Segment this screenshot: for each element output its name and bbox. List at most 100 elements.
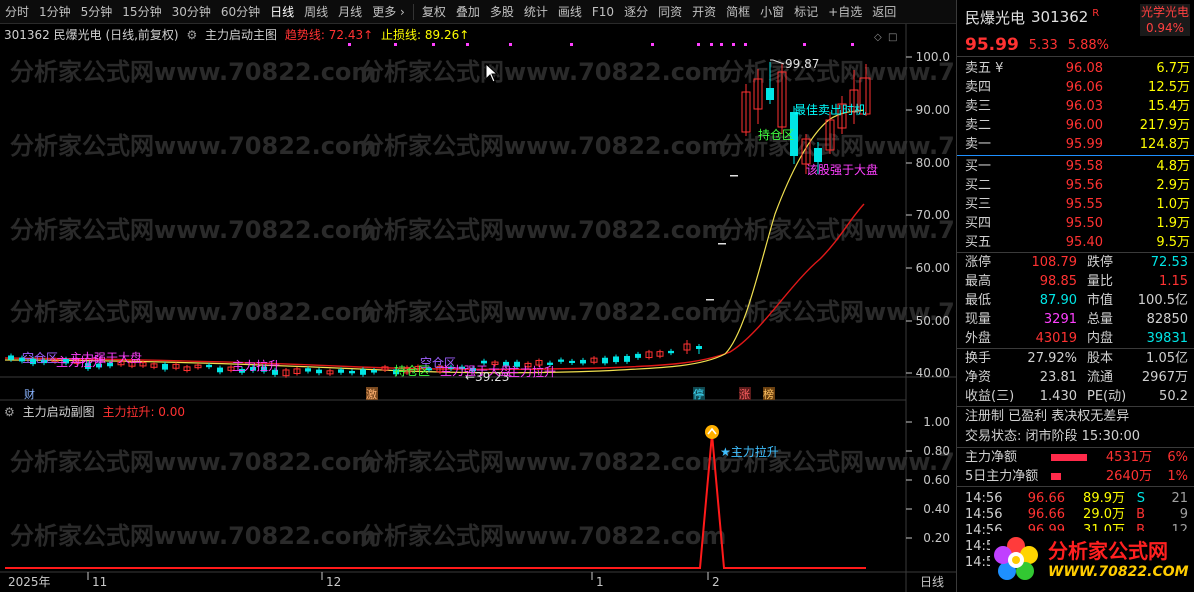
tool-minute-button[interactable]: 逐分: [619, 0, 653, 24]
ask-price: 95.99: [1065, 137, 1103, 152]
stat-value: 50.2: [1159, 389, 1188, 404]
period-tab-fenshi[interactable]: 分时: [0, 0, 34, 24]
last-price: 95.99: [965, 35, 1019, 55]
fund-flow-row[interactable]: 5日主力净额 2640万 1%: [957, 467, 1194, 486]
period-more-button[interactable]: 更多 ›: [367, 0, 410, 24]
tool-multi-stock-button[interactable]: 多股: [485, 0, 519, 24]
candle: [349, 370, 355, 374]
ask-price: 96.00: [1065, 118, 1103, 133]
subchart-tick: 0.20: [923, 531, 950, 545]
bid-label: 买三: [965, 197, 992, 212]
stat-value: 2967万: [1141, 370, 1188, 385]
stat-key: 最低: [965, 293, 992, 308]
event-tag-ji[interactable]: 激: [366, 387, 377, 401]
bid-row[interactable]: 买三 95.55 1.0万: [957, 195, 1194, 214]
period-tab-1min[interactable]: 1分钟: [34, 0, 76, 24]
tick-side: S: [1136, 491, 1145, 506]
bid-row[interactable]: 买一 95.58 4.8万: [957, 157, 1194, 176]
stock-label: 301362 民爆光电 (日线,前复权): [4, 28, 179, 42]
stat-row: 现量 3291 总量 82850: [957, 310, 1194, 329]
gear-icon[interactable]: ⚙: [186, 28, 197, 42]
period-tab-monthly[interactable]: 月线: [333, 0, 367, 24]
bid-row[interactable]: 买五 95.40 9.5万: [957, 233, 1194, 252]
bid-volume: 1.9万: [1156, 216, 1190, 231]
tool-add-watchlist-button[interactable]: +自选: [823, 0, 867, 24]
watermark-text: 分析家公式网www.70822.com: [10, 58, 376, 86]
sector-badge[interactable]: 光学光电 0.94%: [1140, 4, 1190, 36]
tool-mark-button[interactable]: 标记: [789, 0, 823, 24]
tool-small-window-button[interactable]: 小窗: [755, 0, 789, 24]
stat-row: 换手 27.92% 股本 1.05亿: [957, 349, 1194, 368]
fund-flow-pct: 6%: [1167, 450, 1188, 465]
ask-row[interactable]: 卖五 ¥ 96.08 6.7万: [957, 59, 1194, 78]
watermark-text: 分析家公式网www.70822.com: [360, 132, 726, 160]
bid-row[interactable]: 买四 95.50 1.9万: [957, 214, 1194, 233]
event-tag-limit-up[interactable]: 涨: [739, 388, 750, 401]
event-tag-finance[interactable]: 财: [24, 387, 35, 401]
candle: [569, 360, 575, 363]
stat-value: 1.15: [1159, 274, 1188, 289]
kline-chart-area[interactable]: 分析家公式网www.70822.com 分析家公式网www.70822.com …: [0, 24, 956, 592]
annotation-strong: 该股强于大盘: [806, 162, 878, 177]
watermark-text: 分析家公式网www.70822.com: [360, 58, 726, 86]
ask-volume: 217.9万: [1139, 118, 1190, 133]
period-tab-5min[interactable]: 5分钟: [76, 0, 118, 24]
indicator-name[interactable]: 主力启动主图: [205, 28, 277, 42]
bid-price: 95.40: [1065, 235, 1103, 250]
stat-key: 总量: [1087, 312, 1114, 327]
ask-volume: 12.5万: [1148, 80, 1190, 95]
stat-value: 108.79: [1031, 255, 1078, 270]
close-icon[interactable]: □: [888, 32, 897, 43]
stat-key: 内盘: [1087, 331, 1114, 346]
subchart-name[interactable]: 主力启动副图: [23, 405, 95, 419]
gear-icon[interactable]: ⚙: [4, 405, 15, 419]
tick-side: B: [1136, 507, 1145, 522]
period-tab-15min[interactable]: 15分钟: [117, 0, 166, 24]
price-tick: 50.00: [916, 314, 950, 328]
stat-row: 净资 23.81 流通 2967万: [957, 368, 1194, 387]
stat-value: 43019: [1035, 331, 1077, 346]
ask-row[interactable]: 卖一 95.99 124.8万: [957, 135, 1194, 154]
tool-tongzi-button[interactable]: 同资: [653, 0, 687, 24]
tool-stats-button[interactable]: 统计: [519, 0, 553, 24]
ask-price: 96.06: [1065, 80, 1103, 95]
ask-volume: 124.8万: [1139, 137, 1190, 152]
fund-flow-row[interactable]: 主力净额 4531万 6%: [957, 448, 1194, 467]
candle: [718, 243, 726, 245]
candle: [766, 88, 774, 100]
event-tag-list[interactable]: 榜: [763, 387, 774, 401]
price-tick: 80.00: [916, 156, 950, 170]
ask-row[interactable]: 卖二 96.00 217.9万: [957, 116, 1194, 135]
fund-flow-bar: [1051, 454, 1087, 461]
time-label: 2025年: [8, 575, 51, 589]
tool-simple-frame-button[interactable]: 简框: [721, 0, 755, 24]
r-badge: R: [1092, 8, 1100, 19]
expand-icon[interactable]: ◇: [874, 32, 882, 43]
stat-value: 27.92%: [1027, 351, 1077, 366]
stat-row: 涨停 108.79 跌停 72.53: [957, 253, 1194, 272]
bid-row[interactable]: 买二 95.56 2.9万: [957, 176, 1194, 195]
period-tab-30min[interactable]: 30分钟: [167, 0, 216, 24]
stat-value: 23.81: [1039, 370, 1077, 385]
watermark-text: 分析家公式网www.70822.com: [10, 522, 376, 550]
bid-volume: 9.5万: [1156, 235, 1190, 250]
stat-key: 股本: [1087, 351, 1114, 366]
period-tab-60min[interactable]: 60分钟: [216, 0, 265, 24]
subchart-tick: 0.40: [923, 502, 950, 516]
tool-draw-button[interactable]: 画线: [553, 0, 587, 24]
tool-overlay-button[interactable]: 叠加: [451, 0, 485, 24]
bid-price: 95.56: [1065, 178, 1103, 193]
fund-flow-value: 4531万: [1105, 450, 1152, 465]
tool-fuquan-button[interactable]: 复权: [417, 0, 451, 24]
event-tag-suspend[interactable]: 停: [693, 387, 704, 401]
ask-bid-divider: [957, 155, 1194, 156]
period-tab-daily[interactable]: 日线: [265, 0, 299, 24]
tool-f10-button[interactable]: F10: [587, 0, 619, 24]
period-tab-weekly[interactable]: 周线: [299, 0, 333, 24]
tool-back-button[interactable]: 返回: [867, 0, 901, 24]
price-tick: 90.00: [916, 103, 950, 117]
tool-kaizi-button[interactable]: 开资: [687, 0, 721, 24]
ask-row[interactable]: 卖三 96.03 15.4万: [957, 97, 1194, 116]
info-block: 注册制 已盈利 表决权无差异 交易状态: 闭市阶段 15:30:00: [957, 406, 1194, 447]
ask-row[interactable]: 卖四 96.06 12.5万: [957, 78, 1194, 97]
